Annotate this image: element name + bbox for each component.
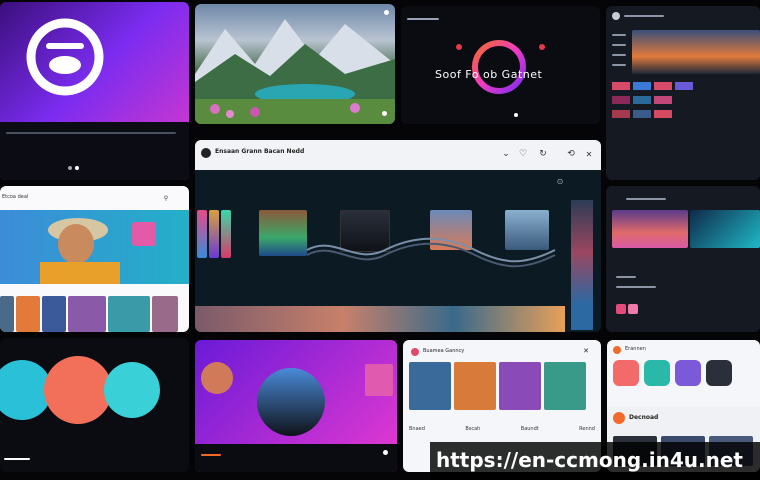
splash-caption-line bbox=[6, 132, 176, 134]
gallery-thumbnail[interactable] bbox=[544, 362, 586, 410]
thumbnail[interactable] bbox=[108, 296, 150, 332]
player-controls bbox=[195, 444, 397, 472]
app-icon[interactable] bbox=[613, 360, 639, 386]
thumbnail[interactable] bbox=[152, 296, 178, 332]
watermark-banner: https://en-ccmong.in4u.net bbox=[430, 442, 760, 480]
gallery-close-icon[interactable]: ✕ bbox=[581, 346, 591, 356]
app-grid-subtitle: Erannen bbox=[625, 346, 646, 352]
editor-side-strip[interactable] bbox=[571, 200, 593, 330]
poster-logo-icon bbox=[471, 36, 527, 98]
splash-dots[interactable] bbox=[68, 155, 82, 174]
dashboard-title-line bbox=[624, 15, 664, 17]
gallery-captions: Bnaed Bscah Baundt Rennd bbox=[409, 426, 595, 432]
tile-right-panel[interactable] bbox=[606, 186, 760, 332]
tile-portrait[interactable]: Etcoa deal ⚲ bbox=[0, 186, 189, 332]
thumbnail[interactable] bbox=[42, 296, 66, 332]
tile-dashboard[interactable] bbox=[606, 6, 760, 180]
dashboard-avatar[interactable] bbox=[612, 12, 620, 20]
wave-thumbnail[interactable] bbox=[690, 210, 760, 248]
app-icon[interactable] bbox=[675, 360, 701, 386]
gallery-thumbnail[interactable] bbox=[409, 362, 451, 410]
panel-pink-icon[interactable] bbox=[628, 304, 638, 314]
dashboard-sidebar bbox=[612, 30, 628, 80]
app-icon[interactable] bbox=[706, 360, 732, 386]
landscape-image bbox=[195, 19, 395, 124]
editor-timeline[interactable] bbox=[195, 306, 565, 332]
side-thumbnail[interactable] bbox=[201, 362, 233, 394]
splash-footer bbox=[0, 122, 189, 180]
waveform bbox=[306, 237, 556, 268]
thumbnail[interactable] bbox=[0, 296, 14, 332]
gallery-caption: Baundt bbox=[520, 426, 539, 432]
portrait-title: Etcoa deal bbox=[2, 194, 29, 200]
tile-main-editor[interactable]: Ensaan Grann Bacan Nedd ⌄ ♡ ↻ ⟲ ✕ ⊙ bbox=[195, 140, 601, 332]
watermark-text: https://en-ccmong.in4u.net bbox=[436, 448, 743, 472]
panel-title-line bbox=[626, 198, 666, 200]
gallery-caption: Bscah bbox=[465, 426, 481, 432]
app-icons-row bbox=[613, 360, 758, 386]
refresh-icon[interactable]: ↻ bbox=[537, 148, 549, 160]
chevron-icon[interactable]: ⌄ bbox=[500, 148, 512, 160]
gallery-dot[interactable] bbox=[382, 111, 387, 116]
gallery-thumbnail[interactable] bbox=[454, 362, 496, 410]
poster-dot[interactable] bbox=[514, 113, 518, 117]
editor-header-title: Ensaan Grann Bacan Nedd bbox=[215, 148, 305, 155]
dashboard-rows bbox=[612, 82, 757, 118]
thumbnail[interactable] bbox=[16, 296, 40, 332]
gallery-dot[interactable] bbox=[384, 10, 389, 15]
panel-pink-icon[interactable] bbox=[616, 304, 626, 314]
editor-header: Ensaan Grann Bacan Nedd ⌄ ♡ ↻ ⟲ ✕ bbox=[195, 140, 601, 170]
portrait-hero bbox=[0, 210, 189, 284]
gallery-grid bbox=[409, 362, 595, 410]
red-dot bbox=[539, 44, 545, 50]
color-orbs bbox=[0, 356, 160, 424]
app-grid-title: Decnoad bbox=[629, 414, 659, 421]
orbs-progress[interactable] bbox=[4, 458, 30, 460]
tile-orbs[interactable] bbox=[0, 338, 189, 472]
portrait-thumbstrip bbox=[0, 296, 189, 332]
tile-purple-player[interactable] bbox=[195, 340, 397, 472]
app-logo-icon bbox=[24, 16, 106, 98]
gallery-title: Buamea Ganncy bbox=[423, 348, 465, 354]
editor-filmstrip bbox=[195, 180, 565, 306]
app-grid-avatar bbox=[613, 346, 621, 354]
sunset-thumbnail[interactable] bbox=[612, 210, 688, 248]
editor-logo-icon bbox=[201, 148, 211, 158]
share-icon[interactable]: ⟲ bbox=[565, 148, 577, 160]
portrait-icon[interactable]: ⚲ bbox=[160, 194, 172, 202]
gallery-avatar bbox=[411, 348, 419, 356]
tile-splash-logo[interactable] bbox=[0, 2, 189, 180]
media-circle[interactable] bbox=[257, 368, 325, 436]
red-dot bbox=[456, 44, 462, 50]
person-photo bbox=[40, 218, 120, 284]
thumbnail[interactable] bbox=[68, 296, 106, 332]
app-icon[interactable] bbox=[644, 360, 670, 386]
gallery-caption: Bnaed bbox=[409, 426, 425, 432]
sunset-thumbnail[interactable] bbox=[632, 30, 760, 74]
gallery-caption: Rennd bbox=[579, 426, 595, 432]
player-dot[interactable] bbox=[383, 450, 388, 455]
decnoad-icon[interactable] bbox=[613, 412, 625, 424]
heart-icon[interactable]: ♡ bbox=[517, 148, 529, 160]
poster-label-line bbox=[407, 18, 439, 20]
pink-badge[interactable] bbox=[132, 222, 156, 246]
tile-poster[interactable]: Soof Fo ob Gatnet bbox=[401, 6, 600, 124]
gallery-thumbnail[interactable] bbox=[499, 362, 541, 410]
close-icon[interactable]: ✕ bbox=[583, 148, 595, 160]
side-thumbnail[interactable] bbox=[365, 364, 393, 396]
poster-title: Soof Fo ob Gatnet bbox=[435, 68, 543, 81]
tile-landscape-photo[interactable] bbox=[195, 4, 395, 124]
